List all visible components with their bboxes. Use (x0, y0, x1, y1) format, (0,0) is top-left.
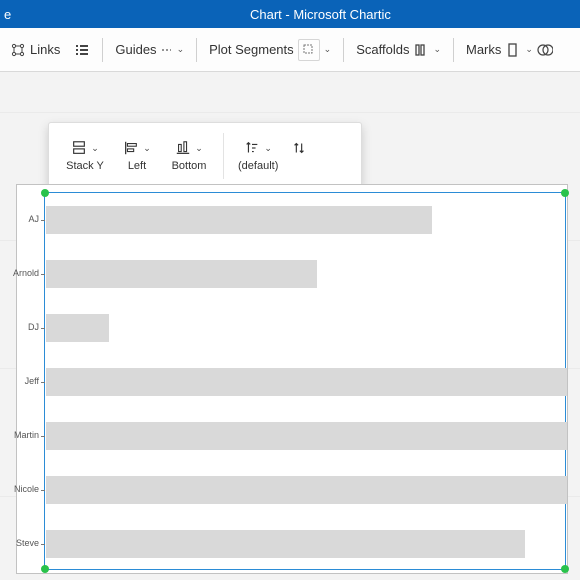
panel-stack-y[interactable]: ⌄ Stack Y (59, 140, 111, 172)
toolbar-item-links[interactable]: Links (6, 42, 64, 58)
bar[interactable] (46, 530, 525, 558)
chevron-down-icon[interactable]: ⌄ (324, 44, 332, 55)
guides-dropdown[interactable]: ⌄ (161, 44, 185, 56)
chevron-down-icon: ⌄ (195, 143, 203, 154)
panel-label-left: Left (128, 160, 146, 172)
panel-label-stack-y: Stack Y (66, 160, 104, 172)
toolbar-item-plot-segments[interactable]: Plot Segments ⌄ (205, 39, 335, 61)
toolbar-item-guides[interactable]: Guides ⌄ (111, 42, 188, 57)
canvas[interactable]: ⌄ Stack Y ⌄ Left ⌄ Bottom (0, 72, 580, 580)
bar-row: Arnold (45, 260, 565, 288)
panel-label-bottom: Bottom (172, 160, 207, 172)
chevron-down-icon: ⌄ (91, 143, 99, 154)
bar[interactable] (46, 476, 567, 504)
panel-swap[interactable] (284, 140, 314, 172)
bar-row: AJ (45, 206, 565, 234)
selection-rect[interactable]: AJ Arnold DJ Jeff Martin Nicole Steve (44, 192, 566, 570)
axis-tick (41, 490, 45, 491)
bar[interactable] (46, 422, 567, 450)
title-left-fragment: e (4, 7, 11, 22)
scaffolds-dropdown[interactable]: ⌄ (433, 44, 441, 55)
chevron-down-icon: ⌄ (143, 143, 151, 154)
axis-tick (41, 544, 45, 545)
toolbar-item-scaffolds[interactable]: Scaffolds ⌄ (352, 42, 445, 58)
plot-segment-panel[interactable]: ⌄ Stack Y ⌄ Left ⌄ Bottom (48, 122, 362, 188)
bar[interactable] (46, 206, 432, 234)
toolbar-sep-4 (453, 38, 454, 62)
bar[interactable] (46, 260, 317, 288)
bar-label: Arnold (0, 268, 39, 278)
main-toolbar: Links Guides ⌄ Plot Segments ⌄ Scaffolds… (0, 28, 580, 72)
bar-label: Jeff (0, 376, 39, 386)
align-bottom-icon (175, 140, 191, 156)
bar-label: Steve (0, 538, 39, 548)
swap-icon (291, 140, 307, 156)
bar-row: Nicole (45, 476, 565, 504)
axis-tick (41, 436, 45, 437)
bar[interactable] (46, 368, 567, 396)
marks-rect-icon (505, 42, 521, 58)
app-title: Chart - Microsoft Chartic (250, 7, 391, 22)
marks-dropdown[interactable]: ⌄ (525, 44, 533, 55)
panel-label-empty (298, 160, 301, 172)
toolbar-sep-2 (196, 38, 197, 62)
align-left-icon (123, 140, 139, 156)
bar-row: Martin (45, 422, 565, 450)
title-bar: e Chart - Microsoft Chartic (0, 0, 580, 28)
toolbar-label-scaffolds: Scaffolds (356, 42, 409, 57)
panel-label-default: (default) (238, 160, 278, 172)
toolbar-label-plot-segments: Plot Segments (209, 42, 294, 57)
bar-label: Martin (0, 430, 39, 440)
bar-label: DJ (0, 322, 39, 332)
chevron-down-icon: ⌄ (264, 143, 272, 154)
bar-row: DJ (45, 314, 565, 342)
bars-container: AJ Arnold DJ Jeff Martin Nicole Steve (45, 193, 565, 569)
panel-sort[interactable]: ⌄ (default) (232, 140, 284, 172)
panel-sep (223, 133, 224, 179)
list-icon (74, 42, 90, 58)
bar-label: Nicole (0, 484, 39, 494)
sort-icon (244, 140, 260, 156)
bg-grid-line (0, 112, 580, 113)
bar-row: Jeff (45, 368, 565, 396)
toolbar-label-guides: Guides (115, 42, 156, 57)
panel-bottom[interactable]: ⌄ Bottom (163, 140, 215, 172)
toolbar-item-list[interactable] (70, 42, 94, 58)
links-icon (10, 42, 26, 58)
stack-y-icon (71, 140, 87, 156)
axis-tick (41, 220, 45, 221)
axis-tick (41, 328, 45, 329)
bar-label: AJ (0, 214, 39, 224)
axis-tick (41, 274, 45, 275)
plot-segments-dropdown[interactable] (298, 39, 320, 61)
toolbar-sep-3 (343, 38, 344, 62)
toolbar-sep-1 (102, 38, 103, 62)
toolbar-item-marks[interactable]: Marks ⌄ (462, 42, 557, 58)
scaffolds-icon (413, 42, 429, 58)
marks-extra-icon[interactable] (537, 42, 553, 58)
panel-left[interactable]: ⌄ Left (111, 140, 163, 172)
bar[interactable] (46, 314, 109, 342)
bar-row: Steve (45, 530, 565, 558)
toolbar-label-links: Links (30, 42, 60, 57)
toolbar-label-marks: Marks (466, 42, 501, 57)
axis-tick (41, 382, 45, 383)
